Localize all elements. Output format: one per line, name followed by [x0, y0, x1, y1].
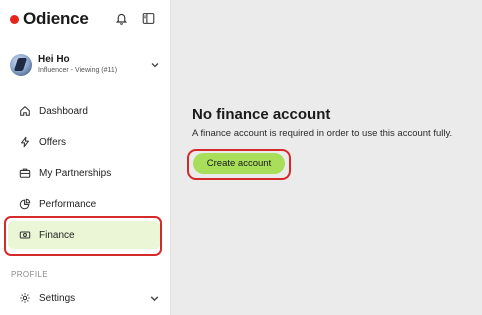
sidebar-item-label: Settings [39, 292, 76, 304]
pie-chart-icon [18, 198, 31, 211]
brand-dot-icon [10, 14, 19, 24]
sidebar-item-offers[interactable]: Offers [8, 128, 160, 156]
page-subtitle: A finance account is required in order t… [192, 128, 453, 139]
chevron-down-icon [151, 63, 159, 68]
brand-name: Odience [23, 9, 89, 28]
sidebar: Odience Hei Ho Influencer - Viewing (#11… [0, 0, 171, 315]
sidebar-item-label: Dashboard [39, 105, 88, 117]
page-title: No finance account [192, 106, 331, 123]
finance-highlight-frame [4, 216, 162, 256]
sidebar-item-label: Offers [39, 136, 67, 148]
sidebar-toggle-icon[interactable] [140, 10, 156, 26]
bell-icon[interactable] [113, 10, 129, 26]
briefcase-icon [18, 167, 31, 180]
sidebar-item-performance[interactable]: Performance [8, 190, 160, 218]
chevron-down-icon [150, 296, 159, 302]
avatar [10, 54, 32, 76]
sidebar-item-dashboard[interactable]: Dashboard [8, 97, 160, 125]
brand-logo[interactable]: Odience [10, 8, 89, 30]
home-icon [18, 105, 31, 118]
sidebar-item-my-partnerships[interactable]: My Partnerships [8, 159, 160, 187]
lightning-icon [18, 136, 31, 149]
sidebar-item-label: My Partnerships [39, 167, 112, 179]
user-name: Hei Ho [38, 54, 70, 65]
sidebar-item-label: Performance [39, 198, 97, 210]
profile-section-label: PROFILE [11, 270, 49, 279]
gear-icon [18, 292, 31, 305]
main-content: No finance account A finance account is … [171, 0, 482, 315]
user-role: Influencer - Viewing (#11) [38, 67, 118, 74]
user-switcher[interactable]: Hei Ho Influencer - Viewing (#11) [10, 50, 162, 80]
create-account-button[interactable]: Create account [193, 153, 285, 174]
sidebar-item-settings[interactable]: Settings [8, 284, 160, 312]
